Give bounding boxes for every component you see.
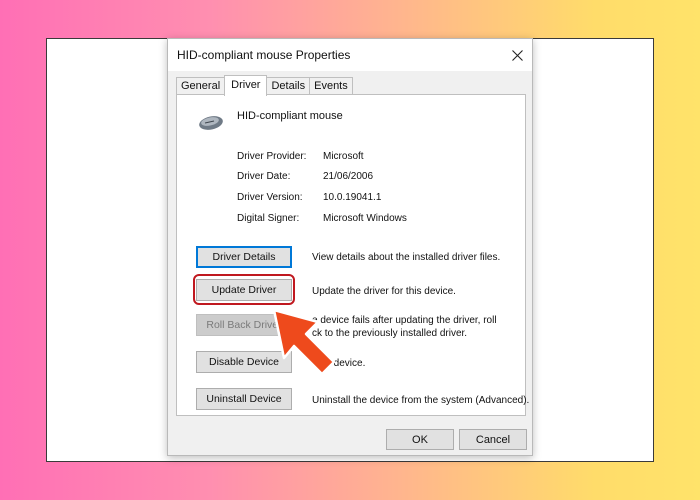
uninstall-device-desc: Uninstall the device from the system (Ad… — [312, 395, 530, 406]
driver-panel: HID-compliant mouse Driver Provider: Mic… — [176, 94, 530, 416]
info-value: 21/06/2006 — [323, 171, 374, 182]
mouse-icon — [199, 116, 223, 130]
device-name: HID-compliant mouse — [237, 110, 343, 122]
info-value: 10.0.19041.1 — [323, 192, 382, 203]
info-label: Digital Signer: — [237, 213, 300, 224]
info-label: Driver Date: — [237, 171, 291, 182]
properties-dialog: HID-compliant mouse Properties General D… — [167, 38, 533, 456]
tab-events[interactable]: Events — [309, 77, 353, 95]
pointer-arrow-icon — [272, 308, 336, 376]
close-button[interactable] — [502, 39, 532, 71]
info-label: Driver Provider: — [237, 151, 307, 162]
tab-general[interactable]: General — [176, 77, 226, 95]
update-driver-desc: Update the driver for this device. — [312, 286, 456, 297]
tab-driver[interactable]: Driver — [224, 75, 268, 96]
title-bar: HID-compliant mouse Properties — [168, 39, 532, 71]
info-value: Microsoft — [323, 151, 364, 162]
driver-details-button[interactable]: Driver Details — [196, 246, 292, 268]
uninstall-device-button[interactable]: Uninstall Device — [196, 388, 292, 410]
driver-details-desc: View details about the installed driver … — [312, 252, 501, 263]
tab-details[interactable]: Details — [266, 77, 311, 95]
close-icon — [511, 49, 523, 61]
dialog-title: HID-compliant mouse Properties — [177, 48, 351, 62]
cancel-button[interactable]: Cancel — [459, 429, 527, 450]
info-value: Microsoft Windows — [323, 213, 407, 224]
info-label: Driver Version: — [237, 192, 303, 203]
ok-button[interactable]: OK — [386, 429, 454, 450]
tab-strip: General Driver Details Events — [176, 75, 353, 96]
